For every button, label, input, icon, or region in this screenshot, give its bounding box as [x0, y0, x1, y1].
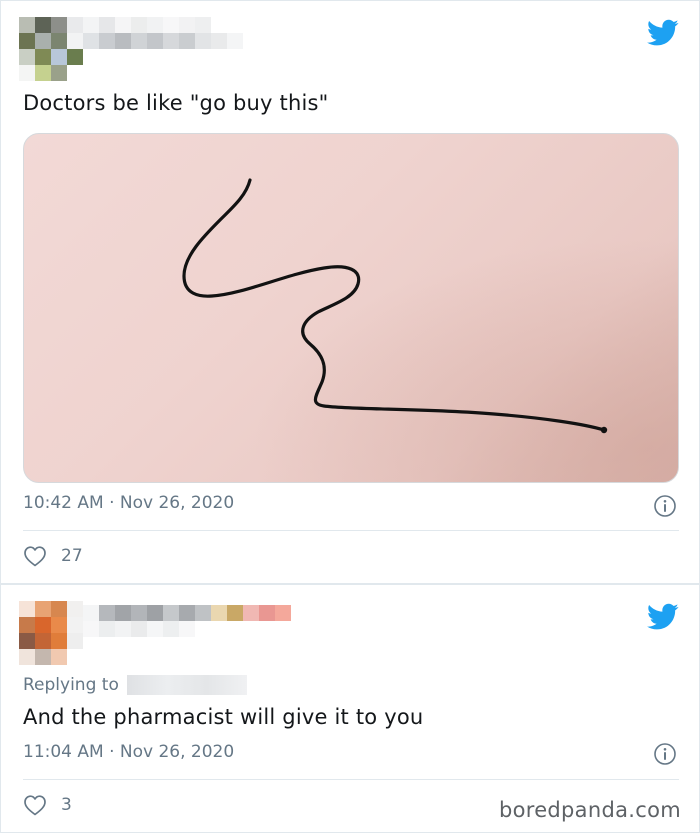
tweet-image[interactable]: [23, 133, 679, 483]
reply-tweet-card[interactable]: Replying to And the pharmacist will give…: [0, 584, 700, 833]
like-action[interactable]: 3: [23, 794, 72, 816]
tweet-timestamp[interactable]: 11:04 AM · Nov 26, 2020: [23, 742, 234, 762]
like-count: 3: [61, 795, 72, 815]
heart-icon[interactable]: [23, 545, 47, 567]
twitter-bird-icon[interactable]: [647, 19, 679, 47]
divider: [23, 530, 679, 531]
display-name[interactable]: [83, 17, 243, 49]
tweet-card[interactable]: Doctors be like "go buy this" 10:42 AM ·…: [0, 0, 700, 584]
heart-icon[interactable]: [23, 794, 47, 816]
twitter-bird-icon[interactable]: [647, 603, 679, 631]
info-icon[interactable]: [653, 742, 677, 766]
watermark: boredpanda.com: [498, 798, 681, 822]
tweet-timestamp[interactable]: 10:42 AM · Nov 26, 2020: [23, 493, 234, 513]
like-action[interactable]: 27: [23, 545, 83, 567]
info-icon[interactable]: [653, 494, 677, 518]
reply-handle[interactable]: [126, 675, 247, 695]
tweet-text: Doctors be like "go buy this": [23, 91, 329, 115]
like-count: 27: [61, 546, 83, 566]
replying-to: Replying to: [23, 675, 247, 695]
avatar[interactable]: [19, 17, 83, 81]
tweet-text: And the pharmacist will give it to you: [23, 705, 424, 729]
squiggle-scribble-image: [24, 134, 678, 482]
display-name[interactable]: [83, 605, 313, 637]
divider: [23, 779, 679, 780]
replying-to-label: Replying to: [23, 675, 119, 695]
avatar[interactable]: [19, 601, 83, 665]
